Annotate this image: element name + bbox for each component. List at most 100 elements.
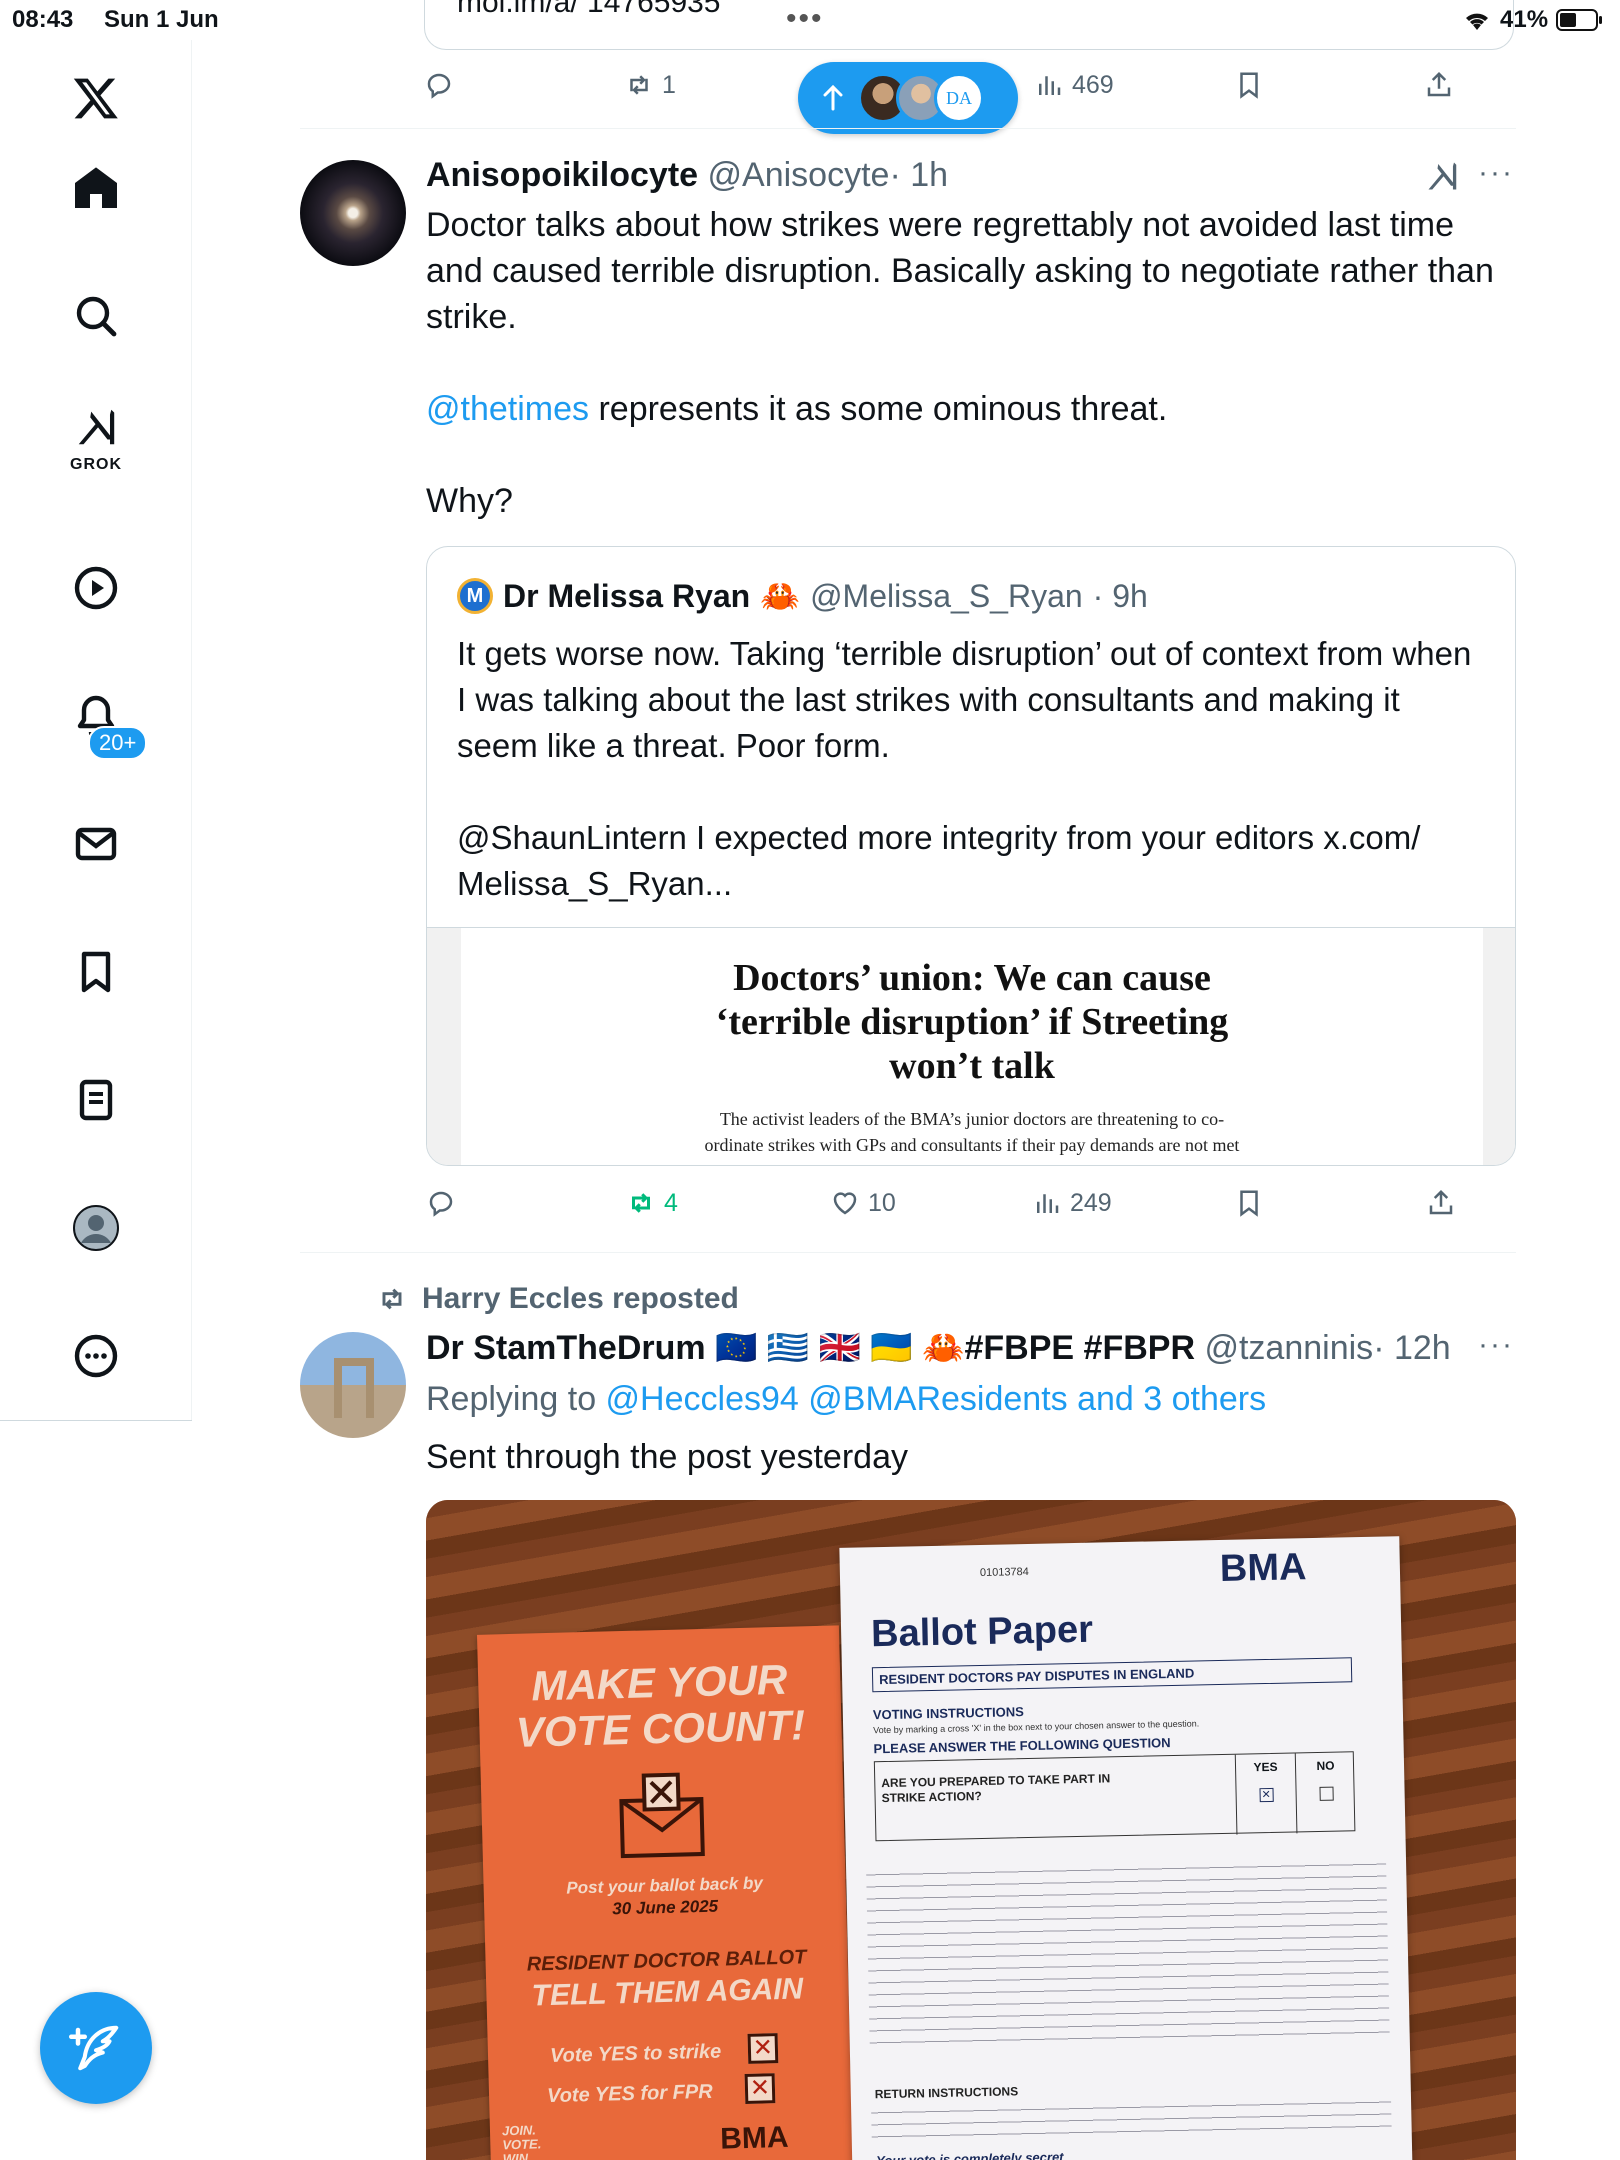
repost-count: 1: [662, 70, 676, 99]
flyer-checkbox-1: ✕: [747, 2033, 779, 2064]
flyer-title-line-2: VOTE COUNT!: [515, 1701, 806, 1756]
flyer-checkbox-2: ✕: [744, 2073, 776, 2104]
ballot-yes-col: YES ✕: [1234, 1753, 1297, 1835]
quote-author-avatar: M: [457, 578, 493, 614]
repost-icon: [632, 1193, 650, 1213]
new-posts-pill[interactable]: DA: [798, 62, 1018, 134]
flyer-title: MAKE YOUR VOTE COUNT!: [478, 1655, 842, 1756]
ballot-return-instructions: RETURN INSTRUCTIONS: [874, 2084, 1019, 2102]
reply-button[interactable]: [426, 1188, 456, 1218]
status-time: 08:43: [12, 6, 74, 33]
post-divider: [300, 1252, 1516, 1253]
pill-avatar-3: DA: [934, 73, 984, 123]
author-avatar[interactable]: [300, 160, 406, 266]
share-icon: [1429, 1189, 1453, 1215]
share-button[interactable]: [1424, 70, 1454, 100]
post-more-icon[interactable]: ···: [1478, 1328, 1514, 1362]
subhead-line-1: The activist leaders of the BMA’s junior…: [719, 1109, 1225, 1129]
author-handle[interactable]: @Anisocyte: [708, 156, 890, 194]
quote-image[interactable]: Doctors’ union: We can cause ‘terrible d…: [427, 927, 1515, 1165]
battery-icon: [1556, 9, 1602, 31]
grok-label: GROK: [70, 456, 122, 473]
repost-button[interactable]: 4: [626, 1188, 678, 1218]
status-date: Sun 1 Jun: [104, 6, 219, 33]
ballot-dispute: RESIDENT DOCTORS PAY DISPUTES IN ENGLAND: [871, 1657, 1353, 1693]
like-count: 10: [868, 1188, 896, 1217]
author-avatar[interactable]: [300, 1332, 406, 1438]
ballot-voting-instructions: VOTING INSTRUCTIONS: [872, 1704, 1024, 1723]
ballot-bma-logo: BMA: [1219, 1546, 1307, 1590]
ballot-no-col: NO: [1294, 1752, 1357, 1834]
headline-line-2: ‘terrible disruption’ if Streeting: [715, 1001, 1229, 1043]
quote-author-line: M Dr Melissa Ryan 🦀 @Melissa_S_Ryan · 9h: [457, 577, 1148, 615]
ballot-number: 01013784: [979, 1565, 1029, 1579]
flyer-bma-logo: BMA: [719, 2120, 790, 2156]
more-options-icon[interactable]: [64, 1324, 128, 1388]
author-name[interactable]: Dr StamTheDrum 🇪🇺 🇬🇷 🇬🇧 🇺🇦 🦀#FBPE #FBPR: [426, 1329, 1195, 1367]
video-icon[interactable]: [64, 556, 128, 620]
messages-icon[interactable]: [64, 812, 128, 876]
author-handle[interactable]: @tzanninis: [1204, 1329, 1373, 1367]
like-button[interactable]: 10: [830, 1188, 896, 1218]
reposted-by-text: Harry Eccles reposted: [422, 1282, 739, 1315]
flyer-join-vote-win: JOIN. VOTE. WIN.: [501, 2122, 542, 2160]
post-actions: 4 10 249: [426, 1188, 1526, 1238]
quoted-post-card[interactable]: M Dr Melissa Ryan 🦀 @Melissa_S_Ryan · 9h …: [426, 546, 1516, 1166]
post-more-icon[interactable]: ···: [1478, 156, 1514, 190]
reply-icon: [427, 73, 451, 99]
replying-prefix: Replying to: [426, 1380, 606, 1418]
ballot-question-box: ARE YOU PREPARED TO TAKE PART IN STRIKE …: [873, 1751, 1357, 1842]
headline-line-1: Doctors’ union: We can cause: [733, 957, 1211, 999]
mention-link[interactable]: @thetimes: [426, 390, 589, 428]
grok-nav-item[interactable]: GROK: [64, 404, 128, 494]
bookmarks-icon[interactable]: [64, 940, 128, 1004]
grok-icon: [78, 409, 115, 445]
post-time[interactable]: · 1h: [889, 156, 948, 194]
arrow-up-icon: [823, 85, 843, 111]
ballot-yes-label: YES: [1253, 1759, 1278, 1775]
repost-count: 4: [664, 1188, 678, 1217]
quote-author-name: Dr Melissa Ryan: [503, 577, 751, 614]
ballot-question: ARE YOU PREPARED TO TAKE PART IN STRIKE …: [881, 1771, 1111, 1806]
compose-feather-icon: [69, 2025, 119, 2071]
subhead-line-2: ordinate strikes with GPs and consultant…: [704, 1135, 1240, 1155]
previous-post-link-card[interactable]: mol.im/a/ 14765935: [424, 0, 1514, 50]
share-button[interactable]: [1426, 1188, 1456, 1218]
author-name[interactable]: Anisopoikilocyte: [426, 156, 698, 194]
bookmark-button[interactable]: [1234, 70, 1264, 100]
post-divider: [300, 128, 1516, 129]
reply-button[interactable]: [424, 70, 454, 100]
share-icon: [1427, 71, 1451, 97]
quote-post-time: · 9h: [1092, 577, 1148, 614]
ballot-answer-label: PLEASE ANSWER THE FOLLOWING QUESTION: [873, 1735, 1171, 1757]
grok-explain-icon[interactable]: [1424, 158, 1460, 194]
post-text: Sent through the post yesterday: [426, 1438, 908, 1476]
ballot-paper: 01013784 BMA Ballot Paper RESIDENT DOCTO…: [839, 1536, 1413, 2160]
clipping-headline: Doctors’ union: We can cause ‘terrible d…: [461, 956, 1483, 1088]
post-text-p1: Doctor talks about how strikes were regr…: [426, 206, 1504, 336]
search-icon[interactable]: [64, 284, 128, 348]
reposted-by-line[interactable]: Harry Eccles reposted: [376, 1282, 739, 1316]
post-text-p2: represents it as some ominous threat.: [589, 390, 1168, 428]
profile-avatar-icon[interactable]: [64, 1196, 128, 1260]
post-photo[interactable]: MAKE YOUR VOTE COUNT! Post your ballot b…: [426, 1500, 1516, 2160]
flyer-vote-strike: Vote YES to strike: [549, 2040, 722, 2068]
bookmark-button[interactable]: [1234, 1188, 1264, 1218]
home-icon[interactable]: [64, 156, 128, 220]
repost-button[interactable]: 1: [624, 70, 676, 100]
quote-text-p1: It gets worse now. Taking ‘terrible disr…: [457, 635, 1481, 764]
replying-to-links[interactable]: @Heccles94 @BMAResidents and 3 others: [606, 1380, 1267, 1418]
lists-icon[interactable]: [64, 1068, 128, 1132]
post-time[interactable]: · 12h: [1373, 1329, 1451, 1367]
replying-to-line: Replying to @Heccles94 @BMAResidents and…: [426, 1376, 1516, 1422]
views-button[interactable]: 249: [1032, 1188, 1112, 1218]
compose-post-button[interactable]: [40, 1992, 152, 2104]
newspaper-clipping: Doctors’ union: We can cause ‘terrible d…: [461, 928, 1483, 1165]
repost-icon: [630, 75, 648, 95]
ballot-no-box: [1318, 1786, 1334, 1801]
ballot-title: Ballot Paper: [870, 1608, 1094, 1656]
flyer-tell-them: TELL THEM AGAIN: [531, 1972, 804, 2013]
x-logo-icon[interactable]: [64, 66, 128, 130]
views-button[interactable]: 469: [1034, 70, 1114, 100]
repost-small-icon: [382, 1288, 402, 1310]
